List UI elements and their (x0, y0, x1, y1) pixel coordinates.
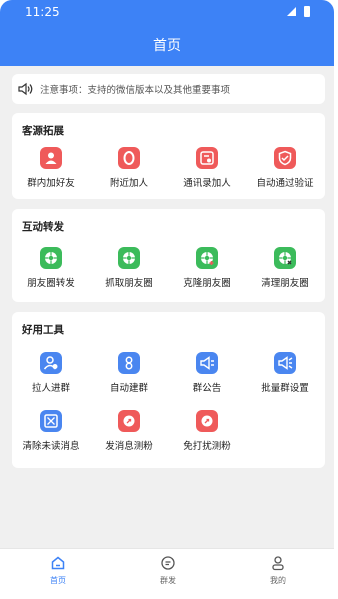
tab-broadcast[interactable]: 群发 (138, 555, 198, 586)
clear-message-icon (40, 410, 62, 432)
verify-shield-icon (274, 147, 296, 169)
status-time: 11:25 (25, 5, 60, 19)
tab-home[interactable]: 首页 (28, 555, 88, 586)
invite-to-group-icon (40, 352, 62, 374)
status-bar: 11:25 (0, 0, 334, 24)
section-title: 好用工具 (22, 324, 64, 336)
moments-forward-icon (40, 247, 62, 269)
moments-clean-icon (274, 247, 296, 269)
auto-verify-button[interactable]: 自动通过验证 (246, 147, 324, 189)
home-icon (51, 556, 65, 570)
moments-clone-button[interactable]: 克隆朋友圈 (168, 247, 246, 289)
page-header: 首页 (0, 24, 334, 66)
signal-icon (287, 7, 296, 16)
invite-to-group-button[interactable]: 拉人进群 (12, 352, 90, 394)
megaphone-icon (196, 352, 218, 374)
tab-label: 群发 (160, 576, 176, 585)
speaker-icon (18, 82, 33, 96)
moments-clean-button[interactable]: 清理朋友圈 (246, 247, 324, 289)
nearby-location-icon (118, 147, 140, 169)
section-title: 互动转发 (22, 221, 64, 233)
contacts-icon (196, 147, 218, 169)
page-title: 首页 (153, 38, 181, 54)
notice-bar[interactable]: 注意事项：支持的微信版本以及其他重要事项 (12, 74, 325, 104)
silent-test-icon (196, 410, 218, 432)
contacts-add-button[interactable]: 通讯录加人 (168, 147, 246, 189)
phone-screen: 11:25 首页 注意事项：支持的微信版本以及其他重要事项 客源拓展 群内加好友… (0, 0, 334, 599)
nearby-add-button[interactable]: 附近加人 (90, 147, 168, 189)
section-interactive-forward: 互动转发 朋友圈转发 抓取朋友圈 克隆朋友圈 清理朋友圈 (12, 209, 325, 302)
moments-grab-button[interactable]: 抓取朋友圈 (90, 247, 168, 289)
moments-grab-icon (118, 247, 140, 269)
notice-text: 注意事项：支持的微信版本以及其他重要事项 (40, 85, 231, 96)
tab-profile[interactable]: 我的 (248, 555, 308, 586)
send-message-test-button[interactable]: 发消息测粉 (90, 410, 168, 452)
auto-create-group-button[interactable]: 自动建群 (90, 352, 168, 394)
tab-label: 首页 (50, 576, 66, 585)
section-customer-expansion: 客源拓展 群内加好友 附近加人 通讯录加人 自动通过验证 (12, 113, 325, 199)
group-add-friend-button[interactable]: 群内加好友 (12, 147, 90, 189)
group-add-user-icon (40, 147, 62, 169)
chat-icon (161, 556, 175, 570)
silent-test-button[interactable]: 免打扰测粉 (168, 410, 246, 452)
auto-create-group-icon (118, 352, 140, 374)
tab-label: 我的 (270, 576, 286, 585)
section-useful-tools: 好用工具 拉人进群 自动建群 群公告 批量群设置 清除未读消息 发消息测粉 免打… (12, 312, 325, 468)
clear-unread-button[interactable]: 清除未读消息 (12, 410, 90, 452)
batch-group-settings-button[interactable]: 批量群设置 (246, 352, 324, 394)
section-title: 客源拓展 (22, 125, 64, 137)
batch-megaphone-icon (274, 352, 296, 374)
moments-forward-button[interactable]: 朋友圈转发 (12, 247, 90, 289)
bottom-tab-bar: 首页 群发 我的 (0, 548, 334, 599)
profile-icon (272, 556, 284, 571)
send-test-icon (118, 410, 140, 432)
moments-clone-icon (196, 247, 218, 269)
group-announcement-button[interactable]: 群公告 (168, 352, 246, 394)
battery-icon (304, 6, 310, 17)
